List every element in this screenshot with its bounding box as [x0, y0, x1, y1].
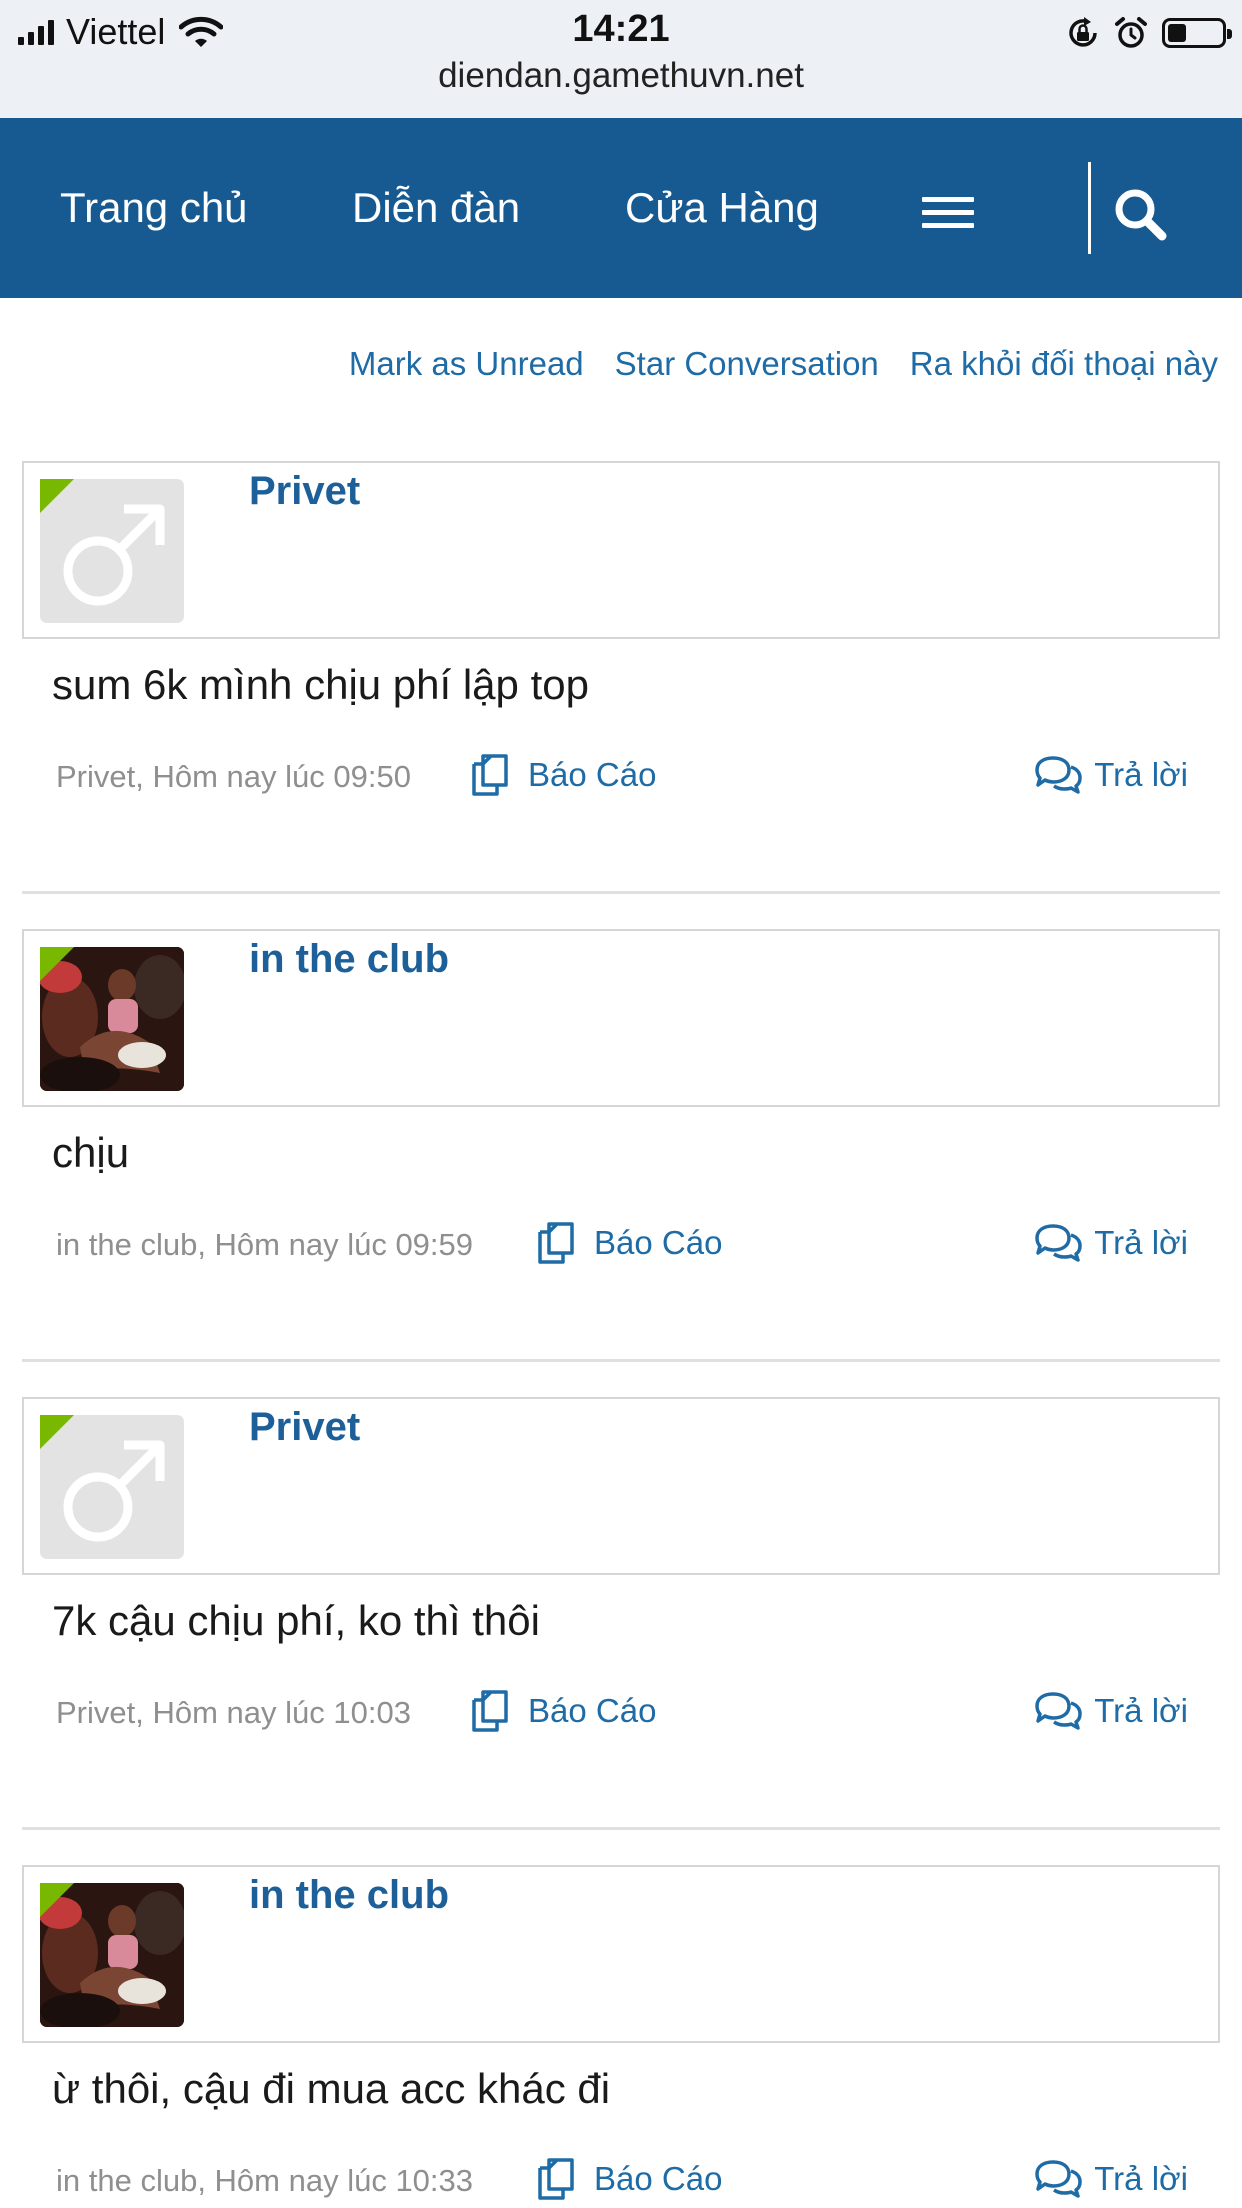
reply-icon	[1035, 1224, 1082, 1262]
online-marker	[40, 1415, 74, 1449]
rotation-lock-icon	[1069, 17, 1097, 47]
report-label: Báo Cáo	[594, 1224, 723, 1261]
message-divider	[22, 1827, 1220, 1830]
message-header: Privet	[22, 461, 1220, 639]
reply-button[interactable]: Trả lời	[1034, 2153, 1188, 2205]
reply-label: Trả lời	[1094, 756, 1188, 793]
message-header: in the club	[22, 929, 1220, 1107]
status-bar: Viettel 14:21 diendan.gamethuvn.net	[0, 0, 1242, 118]
reply-icon	[1035, 2160, 1082, 2198]
message-item: in the club chịu in the club, Hôm nay lú…	[22, 929, 1220, 1369]
leave-conversation-link[interactable]: Ra khỏi đối thoại này	[910, 345, 1218, 383]
online-marker	[40, 1883, 74, 1917]
username[interactable]: in the club	[249, 937, 449, 982]
nav-forums[interactable]: Diễn đàn	[352, 118, 520, 298]
report-icon	[472, 754, 508, 796]
reply-button[interactable]: Trả lời	[1034, 1217, 1188, 1269]
mark-unread-link[interactable]: Mark as Unread	[349, 345, 584, 383]
username[interactable]: Privet	[249, 469, 360, 514]
conversation-actions: Mark as Unread Star Conversation Ra khỏi…	[349, 345, 1218, 383]
message-header: in the club	[22, 1865, 1220, 2043]
reply-button[interactable]: Trả lời	[1034, 749, 1188, 801]
message-text: chịu	[52, 1129, 130, 1176]
message-text: 7k cậu chịu phí, ko thì thôi	[52, 1597, 540, 1644]
reply-label: Trả lời	[1094, 2160, 1188, 2197]
message-meta: in the club, Hôm nay lúc 10:33	[56, 2163, 474, 2198]
report-button[interactable]: Báo Cáo	[534, 1217, 722, 1269]
message-item: in the club ừ thôi, cậu đi mua acc khác …	[22, 1865, 1220, 2208]
report-label: Báo Cáo	[594, 2160, 723, 2197]
star-conversation-link[interactable]: Star Conversation	[615, 345, 879, 383]
nav-divider	[1088, 162, 1091, 254]
message-divider	[22, 1359, 1220, 1362]
report-button[interactable]: Báo Cáo	[468, 749, 656, 801]
message-meta: Privet, Hôm nay lúc 10:03	[56, 1695, 411, 1730]
message-text: ừ thôi, cậu đi mua acc khác đi	[52, 2065, 611, 2112]
username[interactable]: Privet	[249, 1405, 360, 1450]
reply-icon	[1035, 756, 1082, 794]
message-text: sum 6k mình chịu phí lập top	[52, 661, 589, 708]
message-item: Privet 7k cậu chịu phí, ko thì thôi Priv…	[22, 1397, 1220, 1837]
reply-icon	[1035, 1692, 1082, 1730]
nav-store[interactable]: Cửa Hàng	[625, 118, 819, 298]
message-item: Privet sum 6k mình chịu phí lập top Priv…	[22, 461, 1220, 901]
status-right	[1066, 12, 1232, 54]
report-icon	[472, 1690, 508, 1732]
message-header: Privet	[22, 1397, 1220, 1575]
address-bar[interactable]: diendan.gamethuvn.net	[0, 56, 1242, 96]
online-marker	[40, 947, 74, 981]
username[interactable]: in the club	[249, 1873, 449, 1918]
nav-home[interactable]: Trang chủ	[60, 118, 248, 298]
message-meta: Privet, Hôm nay lúc 09:50	[56, 759, 411, 794]
message-divider	[22, 891, 1220, 894]
alarm-icon	[1115, 17, 1147, 48]
online-marker	[40, 479, 74, 513]
clock: 14:21	[572, 8, 670, 50]
battery-icon	[1162, 18, 1232, 48]
report-button[interactable]: Báo Cáo	[534, 2153, 722, 2205]
menu-icon[interactable]	[922, 197, 974, 237]
reply-label: Trả lời	[1094, 1692, 1188, 1729]
report-button[interactable]: Báo Cáo	[468, 1685, 656, 1737]
reply-label: Trả lời	[1094, 1224, 1188, 1261]
report-icon	[538, 1222, 574, 1264]
report-label: Báo Cáo	[528, 1692, 657, 1729]
report-label: Báo Cáo	[528, 756, 657, 793]
message-meta: in the club, Hôm nay lúc 09:59	[56, 1227, 474, 1262]
reply-button[interactable]: Trả lời	[1034, 1685, 1188, 1737]
main-navbar: Trang chủ Diễn đàn Cửa Hàng	[0, 118, 1242, 298]
report-icon	[538, 2158, 574, 2200]
search-icon[interactable]	[1110, 184, 1170, 244]
